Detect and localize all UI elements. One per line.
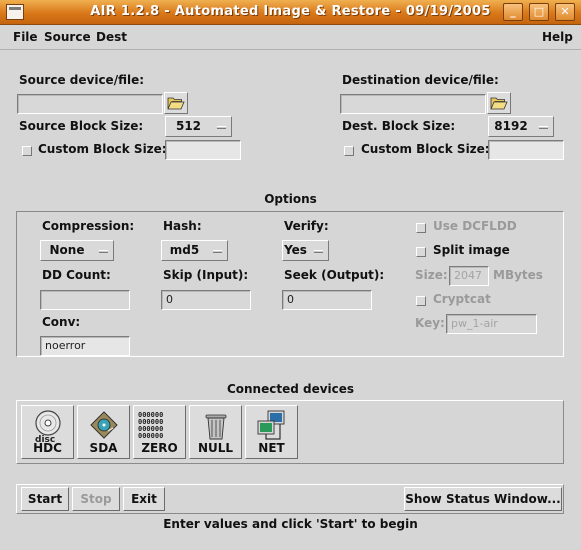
dest-browse-button[interactable] [487,92,511,114]
seek-input[interactable]: 0 [282,290,372,310]
source-custom-block-label: Custom Block Size: [38,142,167,156]
title-bar[interactable]: AIR 1.2.8 - Automated Image & Restore - … [0,0,581,25]
folder-open-icon [490,97,508,110]
source-browse-button[interactable] [164,92,188,114]
hash-select[interactable]: md5 [161,240,228,261]
verify-value: Yes [284,243,307,257]
source-device-input[interactable] [17,94,163,114]
menu-file[interactable]: File [13,30,38,44]
hash-value: md5 [169,243,200,257]
menu-help[interactable]: Help [542,30,573,44]
device-label: NET [258,441,285,455]
close-icon[interactable]: ✕ [555,3,575,21]
window-title: AIR 1.2.8 - Automated Image & Restore - … [90,4,491,19]
skip-input[interactable]: 0 [161,290,251,310]
hash-label: Hash: [163,219,202,233]
dd-count-input[interactable] [40,290,130,310]
compression-select[interactable]: None [40,240,114,261]
dest-device-label: Destination device/file: [342,73,499,87]
hard-disk-icon [90,411,118,439]
show-status-window-button[interactable]: Show Status Window... [404,487,562,511]
conv-label: Conv: [42,315,81,329]
menu-source[interactable]: Source [44,30,91,44]
source-custom-block-input[interactable] [165,140,241,160]
compression-value: None [49,243,85,257]
dest-custom-block-checkbox[interactable] [344,146,354,156]
zero-grid-icon: 000000 000000 000000 000000 [138,411,163,440]
split-image-label: Split image [433,243,510,257]
key-label: Key: [415,316,445,330]
folder-open-icon [167,97,185,110]
device-label: SDA [89,441,118,455]
dest-custom-block-input[interactable] [488,140,564,160]
cd-disc-icon: disc [35,410,61,443]
maximize-icon[interactable]: □ [529,3,549,21]
menu-dest[interactable]: Dest [96,30,127,44]
compression-label: Compression: [42,219,135,233]
split-size-label: Size: [415,268,448,282]
source-custom-block-checkbox[interactable] [22,146,32,156]
source-block-size-label: Source Block Size: [19,119,144,133]
trash-can-icon [205,414,227,440]
source-device-label: Source device/file: [19,73,145,87]
use-dcfldd-label: Use DCFLDD [433,219,517,233]
dest-device-input[interactable] [340,94,486,114]
device-net-button[interactable]: NET [245,405,298,459]
source-block-size-select[interactable]: 512 [165,116,232,137]
menu-bar: File Source Dest Help [0,25,581,50]
dest-block-size-label: Dest. Block Size: [342,119,456,133]
skip-label: Skip (Input): [163,268,249,282]
source-block-size-value: 512 [175,119,202,133]
dd-count-label: DD Count: [42,268,111,282]
devices-heading: Connected devices [226,382,355,396]
device-hdc-button[interactable]: disc HDC [21,405,74,459]
device-zero-button[interactable]: 000000 000000 000000 000000 ZERO [133,405,186,459]
cryptcat-label: Cryptcat [433,292,491,306]
use-dcfldd-checkbox[interactable] [416,223,426,233]
dest-block-size-select[interactable]: 8192 [488,116,554,137]
device-label: NULL [197,441,234,455]
start-button[interactable]: Start [21,487,69,511]
options-heading: Options [264,192,317,206]
device-null-button[interactable]: NULL [189,405,242,459]
device-label: HDC [33,441,62,455]
seek-label: Seek (Output): [284,268,385,282]
minimize-icon[interactable]: _ [503,3,523,21]
split-size-input[interactable]: 2047 [449,266,489,286]
exit-button[interactable]: Exit [123,487,165,511]
stop-button[interactable]: Stop [72,487,120,511]
key-input[interactable]: pw_1-air [446,314,537,334]
status-message: Enter values and click 'Start' to begin [163,517,418,531]
svg-text:000000: 000000 [138,432,163,440]
dest-block-size-value: 8192 [494,119,528,133]
verify-label: Verify: [284,219,329,233]
cryptcat-checkbox[interactable] [416,296,426,306]
conv-input[interactable]: noerror [40,336,130,356]
dest-custom-block-label: Custom Block Size: [361,142,490,156]
device-sda-button[interactable]: SDA [77,405,130,459]
device-label: ZERO [141,441,178,455]
verify-select[interactable]: Yes [282,240,329,261]
split-image-checkbox[interactable] [416,247,426,257]
split-size-unit: MBytes [493,268,543,282]
network-computer-icon [257,410,285,440]
